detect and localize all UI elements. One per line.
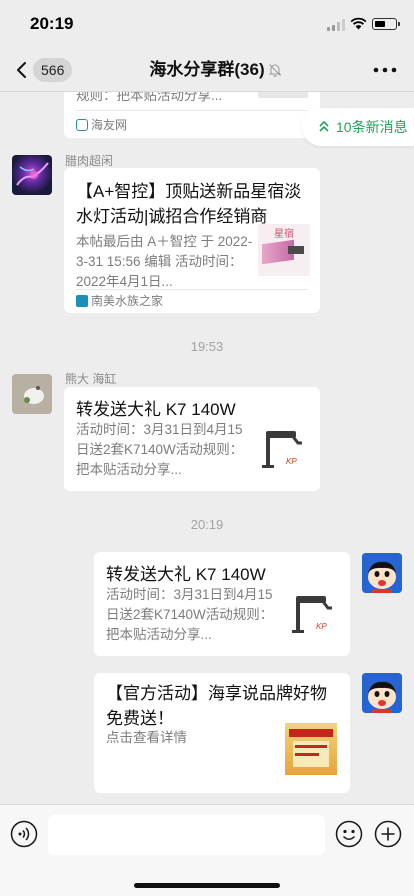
source-name: 南美水族之家 [91,294,164,308]
card-thumbnail: 星宿 [258,224,310,276]
avatar[interactable] [12,374,52,414]
card-description: 活动时间：3月31日到4月15日送2套K7140W活动规则：把本贴活动分享... [76,422,244,477]
plus-icon[interactable] [374,820,402,848]
new-messages-label: 10条新消息 [336,119,408,135]
message-card-self[interactable]: 转发送大礼 K7 140W 活动时间：3月31日到4月15日送2套K7140W活… [94,552,350,656]
card-description: 规则：把本贴活动分享... [76,92,223,103]
avatar-image [12,374,52,414]
card-thumbnail [258,92,308,98]
home-indicator [134,883,280,888]
avatar-image [16,162,49,186]
card-description: 本帖最后由 A＋智控 于 2022-3-31 15:56 编辑 活动时间：202… [76,234,253,289]
status-bar: 20:19 [0,0,414,48]
thumb-text: 星宿 [274,229,294,240]
card-description: 点击查看详情 [106,730,187,745]
emoji-icon[interactable] [335,820,363,848]
avatar[interactable] [362,553,402,593]
signal-icon [327,19,345,31]
mute-icon [268,64,282,77]
input-bar [0,804,414,896]
card-source: 海友网 [76,112,127,138]
timestamp: 20:19 [190,517,224,532]
timestamp: 19:53 [190,339,224,354]
wifi-icon [350,17,367,30]
card-source: 南美水族之家 [76,289,163,313]
message-card-self[interactable]: 【官方活动】海享说品牌好物免费送！ 点击查看详情 [94,673,350,793]
avatar-image [362,553,402,593]
message-card-partial[interactable]: 规则：把本贴活动分享... 海友网 [64,92,320,138]
new-messages-button[interactable]: 10条新消息 [302,108,414,146]
source-icon [76,295,88,307]
avatar[interactable] [12,155,52,195]
card-title: 转发送大礼 K7 140W [76,400,236,419]
sender-name: 腊肉超闲 [65,154,114,168]
svg-text:KP: KP [286,457,297,466]
back-unread-count[interactable]: 566 [33,58,73,82]
svg-text:KP: KP [316,622,327,631]
chat-area[interactable]: 规则：把本贴活动分享... 海友网 10条新消息 腊肉超闲 【A+智控】顶贴送新… [0,92,414,804]
battery-icon [372,18,400,30]
avatar-image [362,673,402,713]
card-thumbnail [285,723,337,775]
card-description: 活动时间：3月31日到4月15日送2套K7140W活动规则：把本贴活动分享... [106,587,274,642]
message-card[interactable]: 【A+智控】顶贴送新品星宿淡水灯活动|诚招合作经销商 本帖最后由 A＋智控 于 … [64,168,320,313]
status-time: 20:19 [30,14,74,33]
sender-name: 熊大 海缸 [65,372,117,386]
card-title: 【A+智控】顶贴送新品星宿淡水灯活动|诚招合作经销商 [76,182,302,226]
voice-icon[interactable] [10,820,38,848]
more-icon[interactable] [373,67,397,73]
source-icon [76,119,88,131]
source-name: 海友网 [91,118,128,132]
card-thumbnail: KP [292,596,332,633]
card-thumbnail: KP [262,431,302,468]
avatar[interactable] [362,673,402,713]
back-arrow-icon[interactable] [14,60,32,80]
card-title: 转发送大礼 K7 140W [106,565,266,584]
nav-bar: 566 海水分享群(36) [0,48,414,92]
message-input[interactable] [48,815,325,855]
message-card[interactable]: 转发送大礼 K7 140W 活动时间：3月31日到4月15日送2套K7140W活… [64,387,320,491]
double-chevron-up-icon [319,120,329,132]
